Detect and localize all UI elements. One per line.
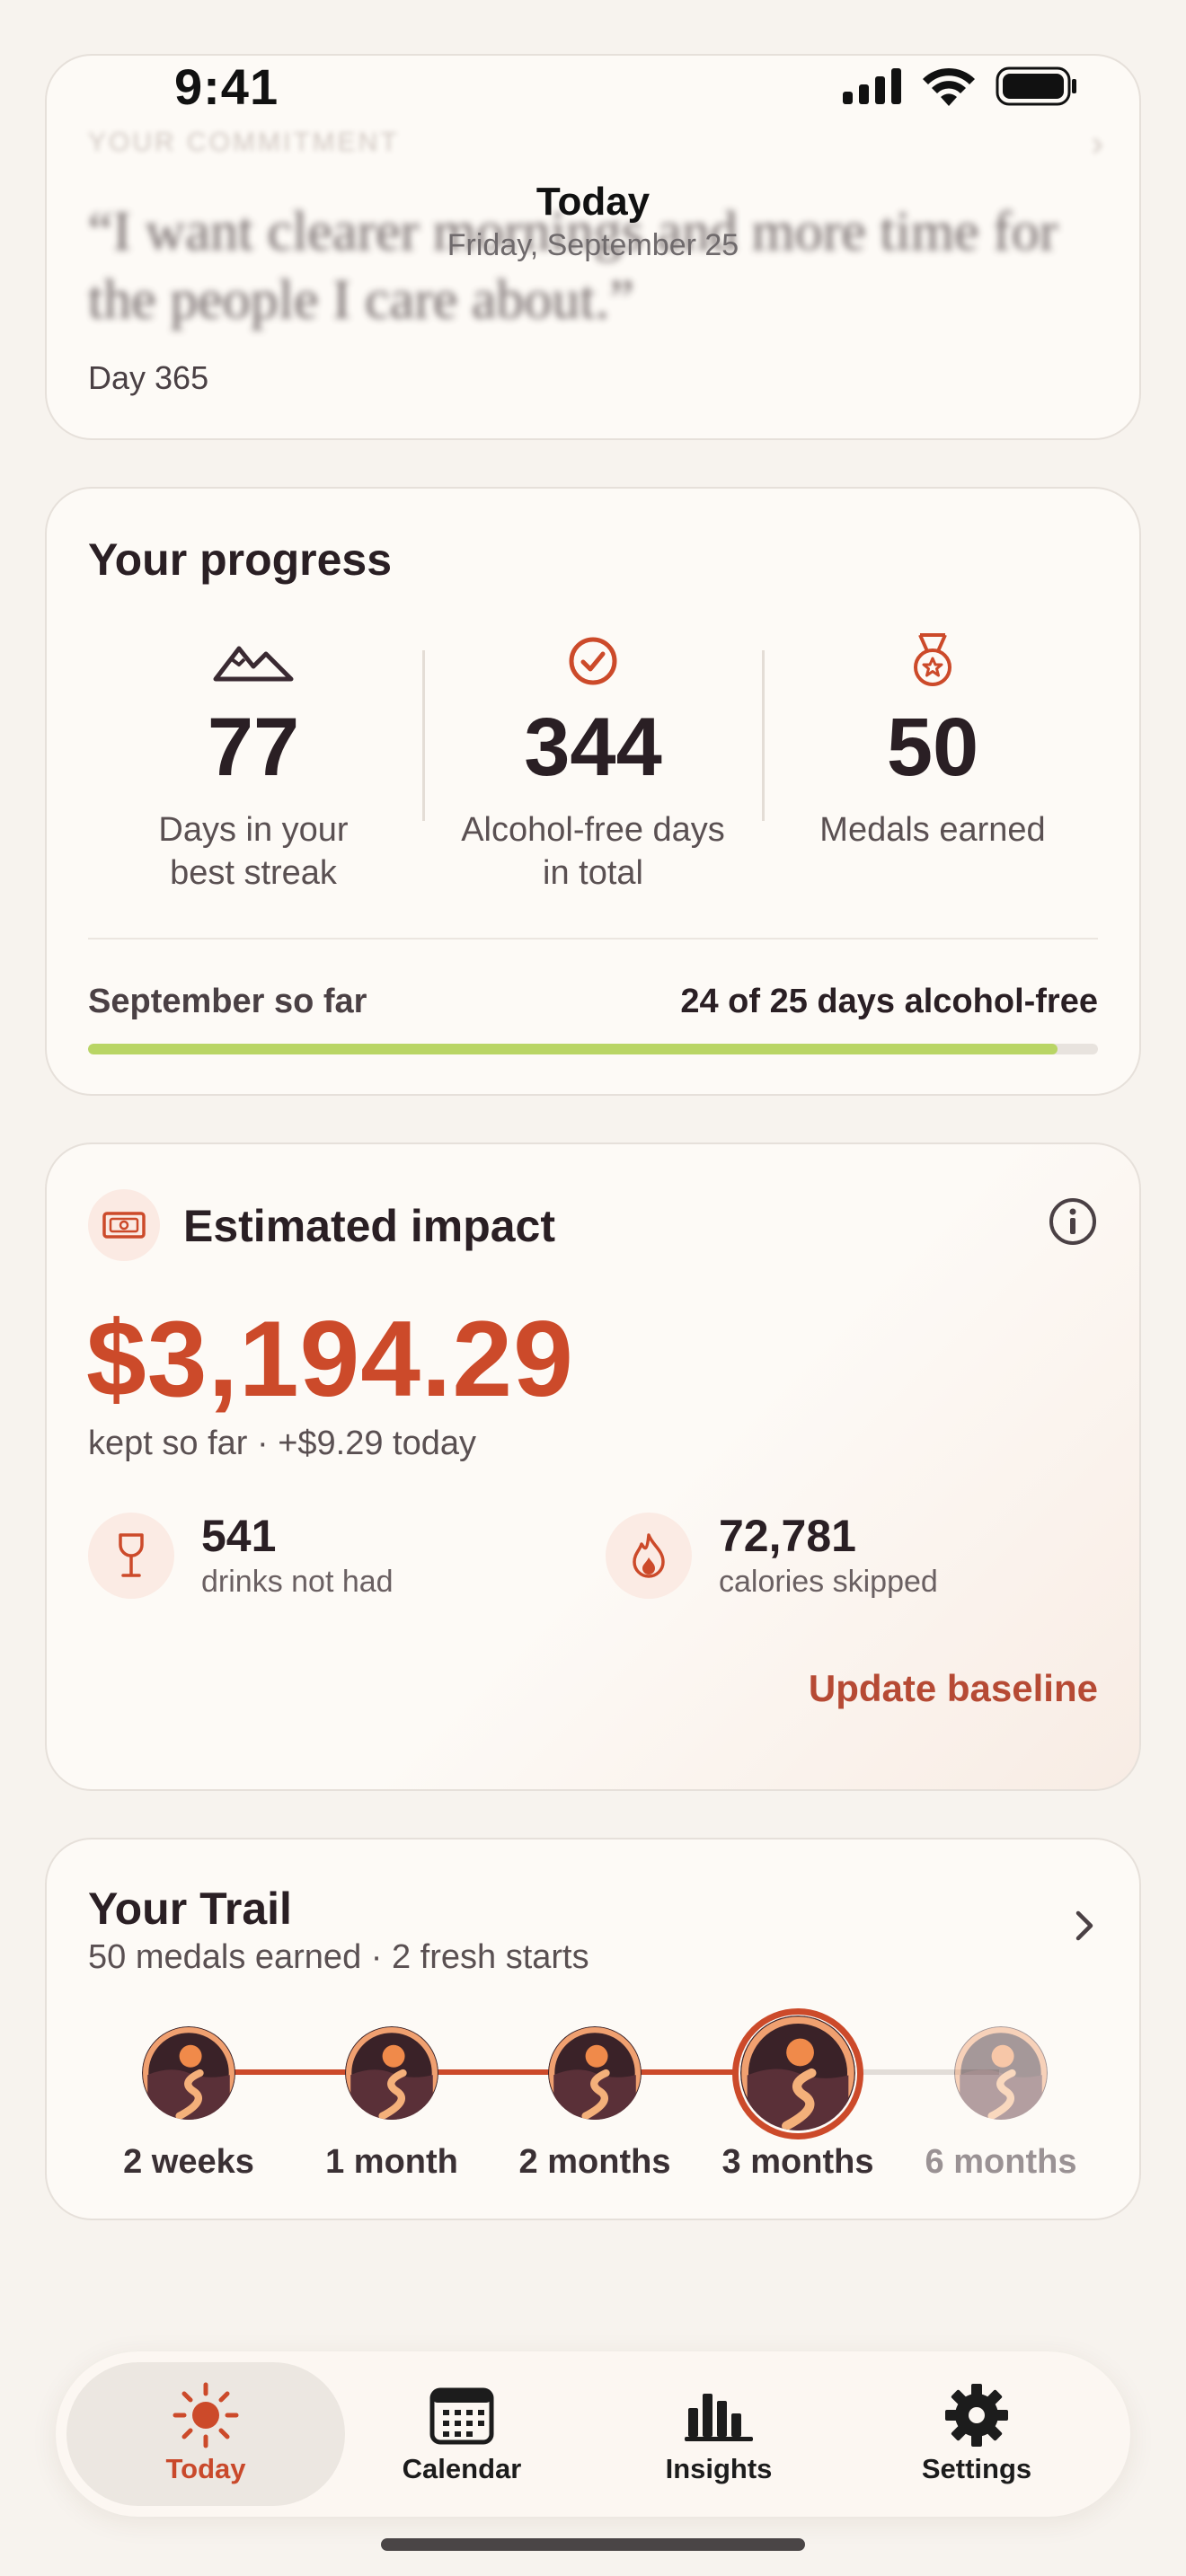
stat-value: 77 [207,701,300,793]
trail-medal-label: 2 months [518,2143,671,2181]
bar-chart-icon [685,2394,753,2441]
stat-label: Medals earned [771,808,1094,851]
trail-line-earned [189,2069,796,2075]
status-icons [843,66,1078,106]
page-date: Friday, September 25 [447,228,739,262]
battery-icon [996,66,1076,106]
drinks-stat: 541 drinks not had [88,1511,394,1600]
trail-card[interactable]: Your Trail 50 medals earned · 2 fresh st… [45,1838,1141,2220]
tab-bar: Today Calendar Insights Settings [56,2351,1130,2517]
signal-icon [843,68,901,104]
divider [88,938,1098,940]
tab-insights[interactable]: Insights [580,2362,858,2506]
sun-icon [173,2382,239,2448]
month-value: 24 of 25 days alcohol-free [680,983,1098,1020]
check-circle-icon [569,637,617,685]
info-icon[interactable] [1048,1196,1098,1251]
calendar-icon [429,2387,494,2445]
impact-amount: $3,194.29 [86,1299,574,1419]
trail-medal-icon[interactable] [142,2026,235,2120]
mountains-icon [213,646,294,682]
calories-stat: 72,781 calories skipped [606,1511,938,1600]
stat-label-line1: Alcohol-free days [461,811,725,849]
flame-icon [606,1512,692,1599]
trail-medal-icon[interactable] [345,2026,438,2120]
month-progress-bar [88,1044,1098,1054]
impact-card: Estimated impact $3,194.29 kept so far ·… [45,1142,1141,1791]
calories-value: 72,781 [719,1511,856,1561]
gear-icon [945,2384,1008,2447]
wine-glass-icon [88,1512,174,1599]
month-progress-fill [88,1044,1058,1054]
trail-medal-icon[interactable] [954,2026,1048,2120]
stat-value: 344 [524,701,662,793]
trail-medal-label: 1 month [325,2143,458,2181]
tab-label: Today [165,2453,246,2484]
drinks-value: 541 [201,1511,277,1561]
stat-label-line2: best streak [170,854,337,892]
stat-medals: 50 Medals earned [771,632,1094,851]
wifi-icon [923,67,975,106]
nav-header: Today Friday, September 25 [0,180,1186,263]
trail-subtitle: 50 medals earned · 2 fresh starts [88,1938,589,1976]
stat-total-days: 344 Alcohol-free days in total [431,632,755,895]
progress-title: Your progress [88,534,393,585]
stat-label-line1: Medals earned [819,811,1046,849]
month-label: September so far [88,983,367,1020]
trail-medal-label: 6 months [925,2143,1077,2181]
trail-medal-label: 2 weeks [123,2143,254,2181]
trail-medal-label: 3 months [721,2143,874,2181]
tab-label: Insights [665,2453,773,2484]
update-baseline-button[interactable]: Update baseline [809,1667,1098,1710]
stat-label-line2: in total [543,854,643,892]
drinks-label: drinks not had [201,1565,394,1599]
calories-label: calories skipped [719,1565,938,1599]
status-bar: 9:41 [0,0,1186,171]
trail-medal-icon[interactable] [548,2026,642,2120]
stat-divider [762,650,765,821]
impact-title: Estimated impact [183,1201,556,1251]
money-icon [102,1212,146,1239]
tab-calendar[interactable]: Calendar [323,2362,601,2506]
home-indicator [381,2538,805,2551]
money-icon-badge [88,1189,160,1261]
commitment-day: Day 365 [88,359,209,396]
stat-label: Alcohol-free days in total [431,808,755,895]
stat-best-streak: 77 Days in your best streak [92,632,415,895]
tab-today[interactable]: Today [66,2362,345,2506]
page-title: Today [535,180,651,224]
tab-settings[interactable]: Settings [837,2362,1116,2506]
tab-label: Calendar [402,2453,522,2484]
trail-medal-icon[interactable] [740,2016,855,2130]
trail-title: Your Trail [88,1883,292,1934]
impact-subtitle: kept so far · +$9.29 today [88,1425,476,1462]
status-time: 9:41 [174,58,279,115]
chevron-right-icon[interactable] [1071,1908,1098,1948]
progress-card: Your progress 77 Days in your best strea… [45,487,1141,1096]
stat-value: 50 [886,701,979,793]
stat-label: Days in your best streak [92,808,415,895]
tab-label: Settings [921,2453,1032,2484]
stat-label-line1: Days in your [158,811,349,849]
stat-divider [422,650,425,821]
medal-icon [914,633,951,686]
